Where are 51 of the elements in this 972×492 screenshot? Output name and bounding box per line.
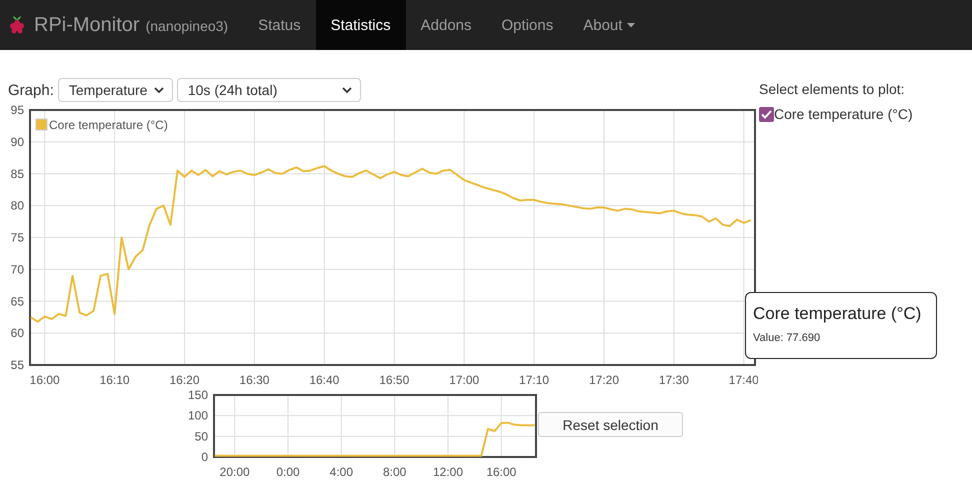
y-axis-label: 50 [194, 429, 208, 444]
brand-title[interactable]: RPi-Monitor (nanopineo3) [34, 14, 228, 36]
graph-select[interactable]: Temperature [58, 78, 173, 102]
x-axis-label: 20:00 [220, 465, 250, 479]
chevron-icon [342, 86, 352, 94]
tooltip-value: Value: 77.690 [753, 332, 822, 344]
x-axis-label: 16:40 [309, 373, 340, 387]
x-axis-label: 8:00 [382, 465, 406, 479]
y-axis-label: 150 [188, 388, 208, 402]
x-axis-label: 16:30 [239, 373, 270, 387]
x-axis-label: 17:00 [449, 373, 480, 387]
x-axis-label: 17:10 [519, 373, 550, 387]
x-axis-label: 16:50 [379, 373, 410, 387]
legend-swatch [36, 118, 48, 130]
x-axis-label: 16:10 [100, 373, 130, 387]
reset-selection-button[interactable]: Reset selection [538, 412, 683, 437]
nav-tab[interactable]: Status [243, 0, 316, 50]
x-axis-label: 12:00 [432, 465, 464, 479]
x-axis-label: 16:20 [170, 373, 200, 387]
x-axis-label: 16:00 [30, 373, 60, 387]
checkbox-label: Core temperature (°C) [774, 106, 913, 122]
nav-tab[interactable]: About [568, 0, 650, 50]
y-axis-label: 70 [10, 262, 24, 276]
legend-label: Core temperature (°C) [49, 118, 168, 132]
chevron-icon [154, 86, 164, 94]
y-axis-label: 75 [10, 230, 24, 244]
y-axis-label: 100 [188, 408, 208, 423]
x-axis-label: 17:30 [658, 373, 689, 387]
tooltip-title: Core temperature (°C) [753, 304, 922, 324]
y-axis-label: 55 [10, 358, 24, 372]
y-axis-label: 80 [10, 198, 24, 213]
y-axis-label: 0 [201, 450, 208, 464]
y-axis-label: 60 [10, 326, 24, 340]
nav-tab[interactable]: Options [486, 0, 568, 50]
y-axis-label: 85 [10, 166, 24, 181]
y-axis-label: 95 [10, 103, 24, 117]
panel-title: Select elements to plot: [759, 81, 906, 97]
period-select[interactable]: 10s (24h total) [176, 78, 361, 102]
y-axis-label: 90 [10, 134, 24, 149]
nav-tab[interactable]: Statistics [316, 0, 406, 50]
x-axis-label: 4:00 [330, 465, 354, 479]
checkbox[interactable] [759, 106, 774, 122]
x-axis-label: 17:40 [728, 373, 758, 387]
x-axis-label: 16:00 [486, 465, 516, 479]
x-axis-label: 0:00 [276, 465, 300, 479]
caret-icon [627, 22, 636, 28]
nav-tab[interactable]: Addons [406, 0, 487, 50]
graph-label: Graph: [8, 82, 54, 98]
raspberry-icon [8, 15, 26, 35]
x-axis-label: 17:20 [588, 373, 619, 387]
y-axis-label: 65 [10, 294, 24, 308]
